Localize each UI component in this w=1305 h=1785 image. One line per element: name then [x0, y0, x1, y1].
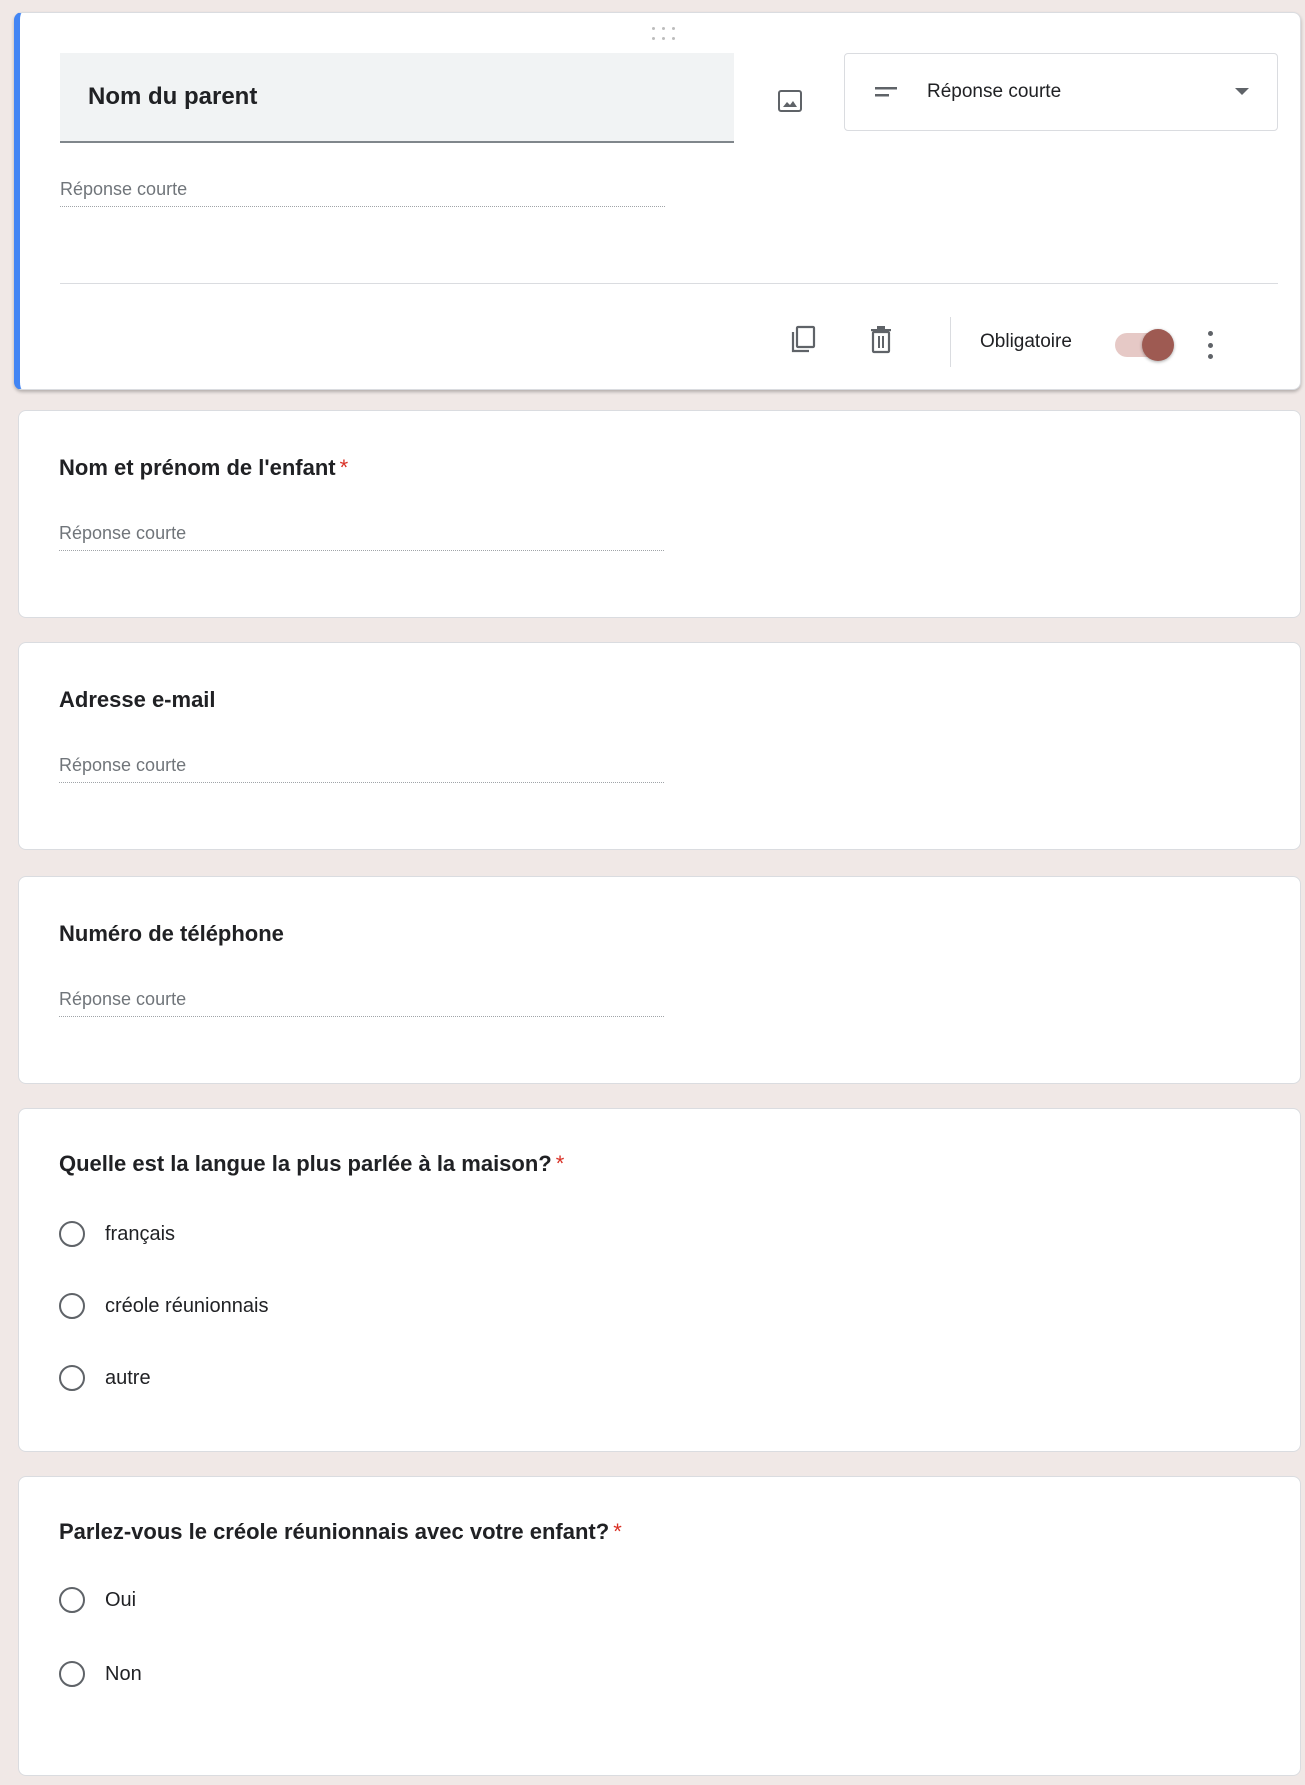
- radio-button[interactable]: [59, 1293, 85, 1319]
- short-answer-placeholder: Réponse courte: [59, 989, 664, 1017]
- drag-handle-icon[interactable]: [652, 27, 680, 43]
- radio-option-label: autre: [105, 1366, 151, 1389]
- image-icon[interactable]: [776, 89, 806, 115]
- required-asterisk: *: [555, 1151, 565, 1176]
- question-title-input[interactable]: Nom du parent: [60, 53, 734, 143]
- radio-option[interactable]: autre: [59, 1365, 151, 1391]
- short-text-icon: [875, 87, 897, 97]
- radio-option[interactable]: créole réunionnais: [59, 1293, 268, 1319]
- radio-option-label: Non: [105, 1662, 142, 1685]
- question-title: Adresse e-mail: [59, 687, 216, 712]
- required-toggle-thumb[interactable]: [1142, 329, 1174, 361]
- question-type-dropdown[interactable]: Réponse courte: [844, 53, 1278, 131]
- question-title: Quelle est la langue la plus parlée à la…: [59, 1151, 565, 1176]
- question-card[interactable]: Numéro de téléphone Réponse courte: [18, 876, 1301, 1084]
- card-footer-divider: [60, 283, 1278, 284]
- question-type-label: Réponse courte: [927, 81, 1062, 102]
- required-asterisk: *: [613, 1519, 622, 1544]
- required-label: Obligatoire: [980, 331, 1072, 352]
- question-title: Parlez-vous le créole réunionnais avec v…: [59, 1519, 622, 1544]
- radio-option[interactable]: français: [59, 1221, 175, 1247]
- short-answer-placeholder: Réponse courte: [59, 523, 664, 551]
- trash-icon[interactable]: [868, 325, 894, 355]
- radio-option-label: Oui: [105, 1588, 137, 1611]
- question-card-active[interactable]: Nom du parent Réponse courte Réponse cou…: [14, 12, 1301, 390]
- radio-button[interactable]: [59, 1365, 85, 1391]
- required-asterisk: *: [339, 455, 349, 480]
- question-title-text: Nom du parent: [88, 83, 258, 110]
- radio-option-label: français: [105, 1222, 176, 1245]
- radio-button[interactable]: [59, 1661, 85, 1687]
- copy-icon[interactable]: [790, 325, 816, 355]
- radio-option[interactable]: Non: [59, 1661, 142, 1687]
- question-card[interactable]: Nom et prénom de l'enfant * Réponse court…: [18, 410, 1301, 618]
- question-card[interactable]: Parlez-vous le créole réunionnais avec v…: [18, 1476, 1301, 1776]
- radio-option[interactable]: Oui: [59, 1587, 136, 1613]
- question-title: Numéro de téléphone: [59, 921, 284, 946]
- radio-button[interactable]: [59, 1221, 85, 1247]
- more-vert-icon[interactable]: [1208, 331, 1214, 359]
- question-card[interactable]: Adresse e-mail Réponse courte: [18, 642, 1301, 850]
- question-title: Nom et prénom de l'enfant *: [59, 455, 349, 480]
- short-answer-placeholder: Réponse courte: [59, 755, 664, 783]
- footer-vertical-divider: [950, 317, 951, 367]
- chevron-down-icon: [1235, 88, 1249, 95]
- radio-button[interactable]: [59, 1587, 85, 1613]
- radio-option-label: créole réunionnais: [105, 1294, 269, 1317]
- question-card[interactable]: Quelle est la langue la plus parlée à la…: [18, 1108, 1301, 1452]
- short-answer-placeholder: Réponse courte: [60, 179, 665, 207]
